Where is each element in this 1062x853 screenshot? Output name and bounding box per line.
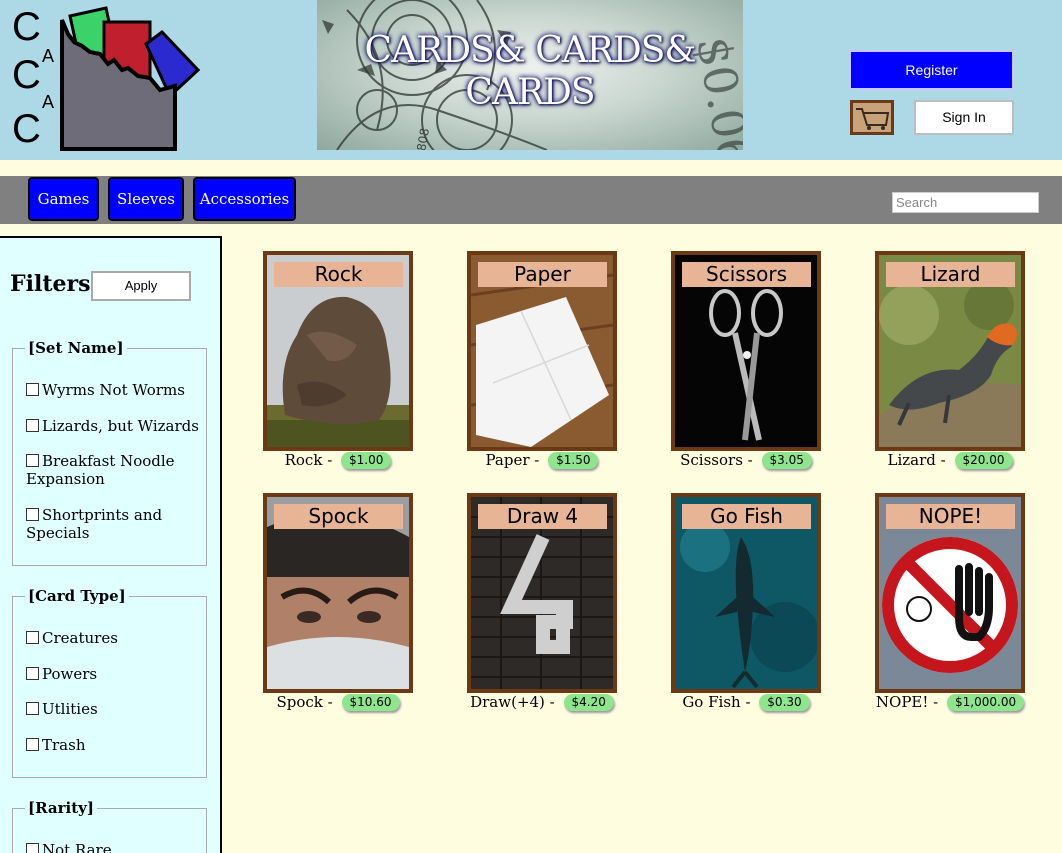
checkbox[interactable] [26, 508, 39, 521]
product-caption: NOPE! - $1,000.00 [850, 692, 1050, 712]
product-card-go-fish[interactable]: Go Fish [671, 493, 821, 693]
filter-option[interactable]: Breakfast Noodle Expansion [26, 452, 201, 488]
product-name: Rock [284, 451, 323, 469]
card-label: Rock [274, 262, 403, 287]
filter-option[interactable]: Trash [26, 736, 201, 754]
product-name: NOPE! [875, 693, 929, 711]
site-logo[interactable]: C A C A C [10, 4, 201, 152]
card-label: Paper [478, 262, 607, 287]
register-button[interactable]: Register [849, 50, 1014, 90]
nav-accessories-button[interactable]: Accessories [193, 177, 296, 221]
price-badge: $1,000.00 [947, 694, 1025, 711]
filter-group-legend: [Card Type] [25, 587, 129, 605]
filter-group-legend: [Set Name] [25, 339, 127, 357]
filter-option-label: Utlities [42, 700, 98, 718]
product-card-rock[interactable]: Rock [263, 251, 413, 451]
product-name: Draw(+4) [470, 693, 545, 711]
filter-option[interactable]: Creatures [26, 629, 201, 647]
nav-sleeves-button[interactable]: Sleeves [108, 177, 184, 221]
product-caption: Go Fish - $0.30 [646, 692, 846, 712]
product-card-draw-4[interactable]: Draw 4 [467, 493, 617, 693]
price-badge: $3.05 [761, 452, 812, 469]
price-badge: $1.00 [341, 452, 392, 469]
filter-option[interactable]: Utlities [26, 700, 201, 718]
filter-option[interactable]: Powers [26, 665, 201, 683]
card-label: Draw 4 [478, 504, 607, 529]
card-label: Go Fish [682, 504, 811, 529]
filter-option-label: Lizards, but Wizards [42, 417, 199, 435]
card-label: Scissors [682, 262, 811, 287]
checkbox[interactable] [26, 702, 39, 715]
filter-option-label: Creatures [42, 629, 118, 647]
search-input[interactable] [892, 192, 1039, 213]
logo-letter: A [42, 92, 54, 112]
product-caption: Draw(+4) - $4.20 [442, 692, 642, 712]
filter-option[interactable]: Not Rare [26, 841, 201, 853]
filter-option-label: Not Rare [42, 841, 112, 853]
product-name: Spock [276, 693, 323, 711]
product-caption: Rock - $1.00 [238, 450, 438, 470]
filter-option-label: Trash [42, 736, 86, 754]
sign-in-button[interactable]: Sign In [914, 100, 1014, 135]
checkbox[interactable] [26, 843, 39, 853]
product-caption: Scissors - $3.05 [646, 450, 846, 470]
product-name: Go Fish [682, 693, 741, 711]
checkbox[interactable] [26, 419, 39, 432]
filter-group-set-name: [Set Name] Wyrms Not Worms Lizards, but … [12, 339, 207, 566]
price-badge: $20.00 [954, 452, 1013, 469]
price-badge: $10.60 [341, 694, 400, 711]
card-label: Spock [274, 504, 403, 529]
checkbox[interactable] [26, 631, 39, 644]
checkbox[interactable] [26, 738, 39, 751]
product-name: Paper [485, 451, 530, 469]
filter-option-label: Breakfast Noodle Expansion [26, 452, 175, 488]
checkbox[interactable] [26, 667, 39, 680]
filters-title: Filters: [10, 271, 99, 297]
apply-filters-button[interactable]: Apply [91, 271, 191, 301]
filter-option-label: Shortprints and Specials [26, 506, 163, 542]
filter-option-label: Powers [42, 665, 98, 683]
filter-sidebar: Filters: Apply [Set Name] Wyrms Not Worm… [0, 236, 222, 853]
filter-option[interactable]: Lizards, but Wizards [26, 417, 201, 435]
nav-games-button[interactable]: Games [28, 177, 99, 221]
price-badge: $1.50 [548, 452, 599, 469]
card-label: Lizard [886, 262, 1015, 287]
cart-button[interactable] [850, 100, 894, 135]
filter-group-legend: [Rarity] [25, 799, 97, 817]
logo-letter: C [12, 53, 41, 97]
product-name: Lizard [887, 451, 936, 469]
logo-letter: C [12, 107, 41, 151]
site-banner: $0.06 808 CARDS& CARDS& CARDS [317, 0, 743, 150]
product-name: Scissors [680, 451, 743, 469]
product-card-lizard[interactable]: Lizard [875, 251, 1025, 451]
checkbox[interactable] [26, 454, 39, 467]
cart-icon [856, 108, 890, 130]
filter-group-card-type: [Card Type] Creatures Powers Utlities Tr… [12, 587, 207, 778]
filter-group-rarity: [Rarity] Not Rare [12, 799, 207, 853]
header: C A C A C $0.06 808 CARDS& CARDS& CARDS … [0, 0, 1062, 160]
price-badge: $4.20 [563, 694, 614, 711]
logo-letter: A [42, 46, 54, 66]
nav-bar: Games Sleeves Accessories [0, 176, 1062, 224]
svg-text:808: 808 [414, 127, 432, 150]
product-card-paper[interactable]: Paper [467, 251, 617, 451]
banner-title: CARDS& CARDS& CARDS [364, 30, 697, 113]
product-caption: Spock - $10.60 [238, 692, 438, 712]
filter-option[interactable]: Shortprints and Specials [26, 506, 201, 542]
card-label: NOPE! [886, 504, 1015, 529]
price-badge: $0.30 [759, 694, 810, 711]
product-caption: Lizard - $20.00 [850, 450, 1050, 470]
filter-option[interactable]: Wyrms Not Worms [26, 381, 201, 399]
product-caption: Paper - $1.50 [442, 450, 642, 470]
product-card-scissors[interactable]: Scissors [671, 251, 821, 451]
product-card-nope[interactable]: NOPE! [875, 493, 1025, 693]
logo-letter: C [12, 5, 41, 49]
checkbox[interactable] [26, 383, 39, 396]
product-card-spock[interactable]: Spock [263, 493, 413, 693]
filter-option-label: Wyrms Not Worms [42, 381, 185, 399]
